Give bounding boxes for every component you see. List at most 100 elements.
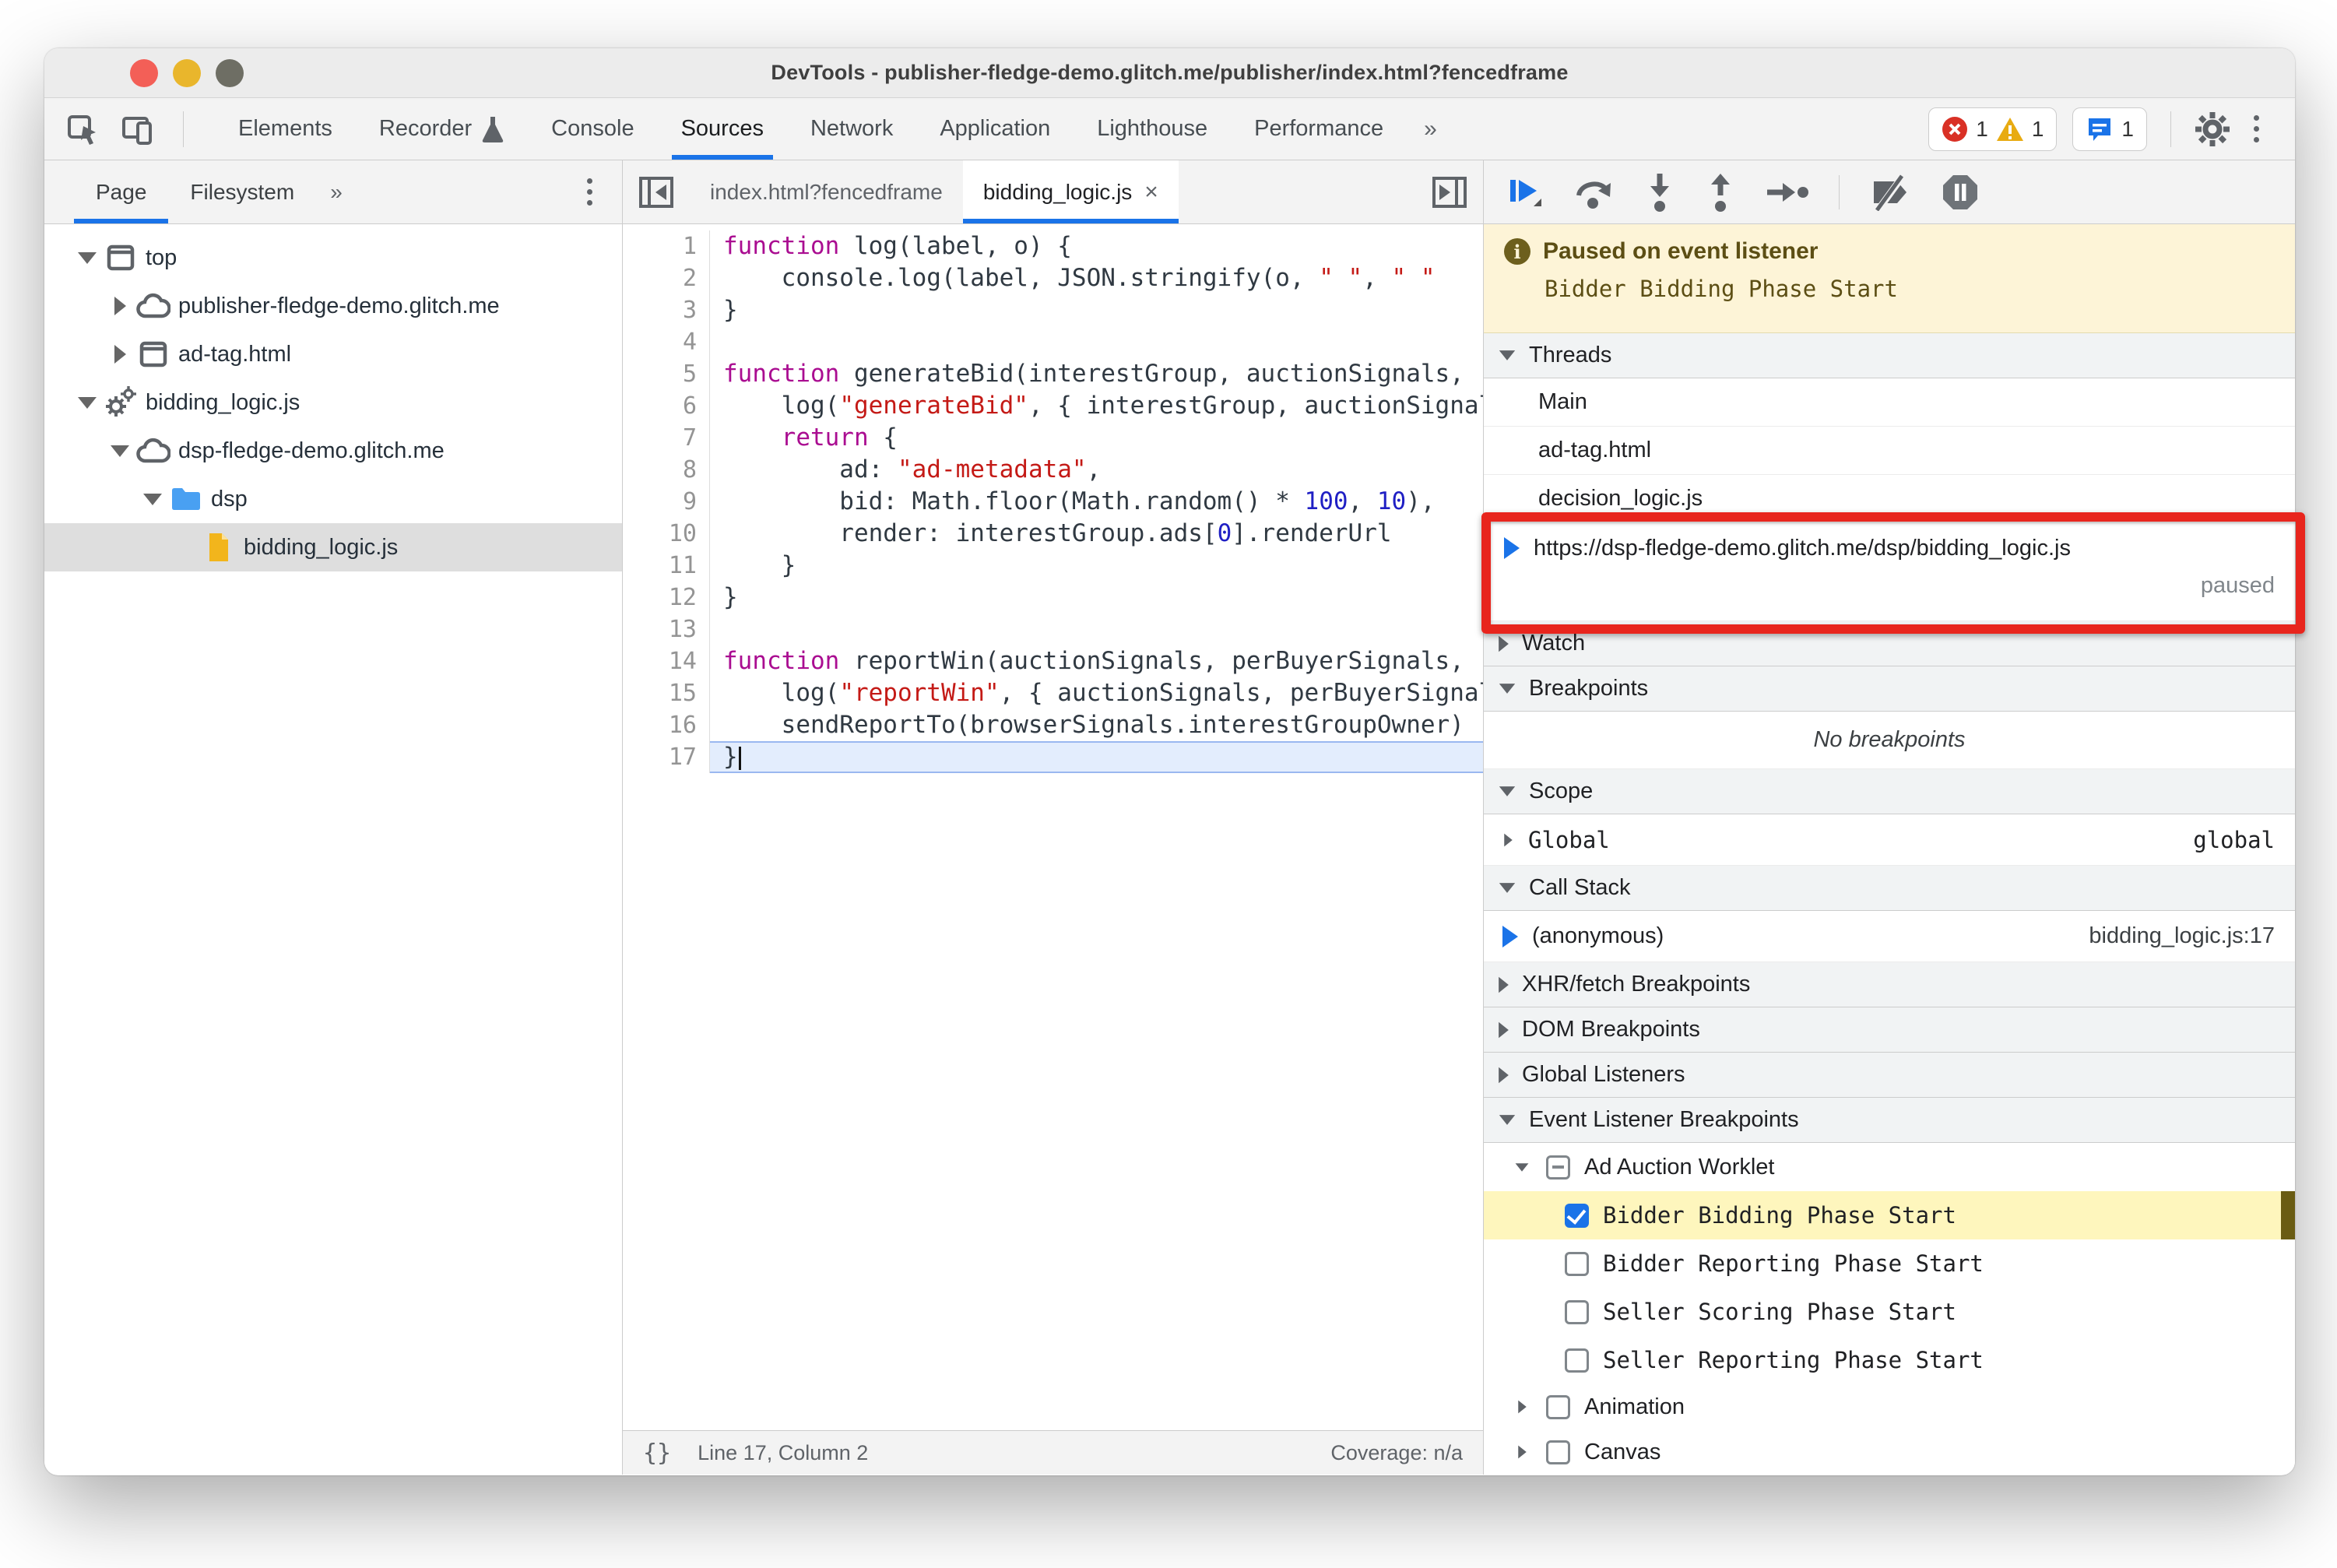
tree-item-publisher-fledge-demo-glitch-me[interactable]: publisher-fledge-demo.glitch.me xyxy=(44,282,622,330)
minimize-window-button[interactable] xyxy=(173,59,201,87)
checkbox-unchecked[interactable] xyxy=(1565,1299,1589,1324)
line-number[interactable]: 1 xyxy=(623,230,710,262)
line-number[interactable]: 5 xyxy=(623,358,710,390)
chevron-down-icon[interactable] xyxy=(110,445,130,457)
step-over-button[interactable] xyxy=(1574,174,1615,211)
tab-lighthouse[interactable]: Lighthouse xyxy=(1074,98,1231,160)
tree-item-bidding-logic-js[interactable]: bidding_logic.js xyxy=(44,378,622,427)
tree-item-top[interactable]: top xyxy=(44,234,622,282)
checkbox-unchecked[interactable] xyxy=(1546,1440,1570,1464)
step-button[interactable] xyxy=(1766,177,1809,208)
checkbox-unchecked[interactable] xyxy=(1565,1251,1589,1276)
chevron-right-icon[interactable] xyxy=(110,297,130,315)
tab-sources[interactable]: Sources xyxy=(658,98,787,160)
main-menu-kebab-icon[interactable] xyxy=(2246,115,2267,142)
checkbox-indeterminate[interactable] xyxy=(1546,1155,1570,1180)
chevron-down-icon[interactable] xyxy=(1512,1162,1532,1173)
breakpoints-section-header[interactable]: Breakpoints xyxy=(1484,666,2295,712)
line-number[interactable]: 3 xyxy=(623,294,710,326)
chevron-down-icon[interactable] xyxy=(77,396,97,409)
chevron-right-icon[interactable] xyxy=(110,345,130,364)
line-number[interactable]: 8 xyxy=(623,454,710,486)
zoom-window-button[interactable] xyxy=(216,59,244,87)
settings-gear-icon[interactable] xyxy=(2195,111,2230,147)
chevron-down-icon[interactable] xyxy=(77,251,97,264)
global-listeners-section-header[interactable]: Global Listeners xyxy=(1484,1053,2295,1098)
dom-breakpoints-section-header[interactable]: DOM Breakpoints xyxy=(1484,1007,2295,1053)
line-number[interactable]: 9 xyxy=(623,486,710,518)
next-tab-right-icon[interactable] xyxy=(1416,160,1483,223)
line-number[interactable]: 2 xyxy=(623,262,710,294)
chevron-down-icon[interactable] xyxy=(142,493,163,505)
line-number[interactable]: 15 xyxy=(623,677,710,709)
close-tab-icon[interactable]: × xyxy=(1144,179,1158,206)
more-tabs-button[interactable]: » xyxy=(1407,98,1454,160)
chevron-right-icon[interactable] xyxy=(1512,1397,1532,1416)
code-editor[interactable]: 1 function log(label, o) {2 console.log(l… xyxy=(623,224,1483,1430)
watch-section-header[interactable]: Watch xyxy=(1484,621,2295,666)
errors-warnings-badge[interactable]: 1 1 xyxy=(1928,107,2058,151)
tab-network[interactable]: Network xyxy=(787,98,916,160)
code-text: } xyxy=(723,551,796,579)
line-number[interactable]: 4 xyxy=(623,326,710,358)
pretty-print-button[interactable]: {} xyxy=(643,1440,671,1467)
close-window-button[interactable] xyxy=(130,59,158,87)
scope-global-row[interactable]: Global global xyxy=(1484,814,2295,866)
sidebar-kebab-icon[interactable] xyxy=(579,178,600,206)
tab-application[interactable]: Application xyxy=(916,98,1074,160)
thread-row[interactable]: ad-tag.html xyxy=(1484,427,2295,475)
thread-row[interactable]: Main xyxy=(1484,378,2295,427)
elb-item-bidder-bidding-phase-start[interactable]: Bidder Bidding Phase Start xyxy=(1484,1191,2295,1239)
tab-performance[interactable]: Performance xyxy=(1231,98,1407,160)
step-into-button[interactable] xyxy=(1644,172,1675,213)
inspect-element-icon[interactable] xyxy=(66,112,100,146)
line-number[interactable]: 11 xyxy=(623,550,710,582)
issues-badge[interactable]: 1 xyxy=(2072,107,2147,151)
tree-item-dsp-fledge-demo-glitch-me[interactable]: dsp-fledge-demo.glitch.me xyxy=(44,427,622,475)
step-out-button[interactable] xyxy=(1705,172,1736,213)
threads-section-header[interactable]: Threads xyxy=(1484,333,2295,378)
editor-tabs: index.html?fencedframe bidding_logic.js × xyxy=(690,160,1179,223)
pause-on-exceptions-button[interactable] xyxy=(1941,173,1980,212)
line-number[interactable]: 13 xyxy=(623,613,710,645)
call-stack-frame-row[interactable]: (anonymous) bidding_logic.js:17 xyxy=(1484,911,2295,962)
deactivate-breakpoints-button[interactable] xyxy=(1869,173,1911,211)
elb-item-bidder-reporting-phase-start[interactable]: Bidder Reporting Phase Start xyxy=(1484,1239,2295,1288)
sidebar-more-tabs-button[interactable]: » xyxy=(316,160,357,223)
editor-tab-index-html-fencedframe[interactable]: index.html?fencedframe xyxy=(690,160,963,223)
xhr-breakpoints-section-header[interactable]: XHR/fetch Breakpoints xyxy=(1484,962,2295,1007)
line-number[interactable]: 17 xyxy=(623,741,710,773)
editor-tab-bidding-logic-js[interactable]: bidding_logic.js × xyxy=(962,160,1179,223)
line-number[interactable]: 12 xyxy=(623,582,710,613)
chevron-right-icon[interactable] xyxy=(1512,1443,1532,1461)
checkbox-checked[interactable] xyxy=(1565,1203,1589,1228)
checkbox-unchecked[interactable] xyxy=(1565,1348,1589,1373)
line-number[interactable]: 14 xyxy=(623,645,710,677)
call-stack-section-header[interactable]: Call Stack xyxy=(1484,866,2295,911)
thread-row-paused[interactable]: https://dsp-fledge-demo.glitch.me/dsp/bi… xyxy=(1484,523,2295,621)
line-number[interactable]: 7 xyxy=(623,422,710,454)
elb-group-canvas[interactable]: Canvas xyxy=(1484,1429,2295,1475)
elb-group-ad-auction-worklet[interactable]: Ad Auction Worklet xyxy=(1484,1143,2295,1191)
scope-section-header[interactable]: Scope xyxy=(1484,769,2295,814)
thread-row[interactable]: decision_logic.js xyxy=(1484,475,2295,523)
sidebar-tab-filesystem[interactable]: Filesystem xyxy=(168,160,316,223)
line-number[interactable]: 10 xyxy=(623,518,710,550)
resume-script-button[interactable] xyxy=(1507,172,1545,213)
tab-recorder[interactable]: Recorder xyxy=(356,98,528,160)
tree-item-dsp[interactable]: dsp xyxy=(44,475,622,523)
device-toolbar-icon[interactable] xyxy=(121,112,155,146)
line-number[interactable]: 6 xyxy=(623,390,710,422)
elb-item-seller-reporting-phase-start[interactable]: Seller Reporting Phase Start xyxy=(1484,1336,2295,1384)
sidebar-tab-page[interactable]: Page xyxy=(74,160,169,223)
elb-group-animation[interactable]: Animation xyxy=(1484,1384,2295,1429)
elb-item-seller-scoring-phase-start[interactable]: Seller Scoring Phase Start xyxy=(1484,1288,2295,1336)
collapse-tabs-left-icon[interactable] xyxy=(623,160,690,223)
line-number[interactable]: 16 xyxy=(623,709,710,741)
tab-console[interactable]: Console xyxy=(528,98,657,160)
checkbox-unchecked[interactable] xyxy=(1546,1394,1570,1419)
tree-item-ad-tag-html[interactable]: ad-tag.html xyxy=(44,330,622,378)
event-listener-breakpoints-section-header[interactable]: Event Listener Breakpoints xyxy=(1484,1098,2295,1143)
tab-elements[interactable]: Elements xyxy=(215,98,356,160)
tree-item-bidding-logic-js[interactable]: bidding_logic.js xyxy=(44,523,622,571)
